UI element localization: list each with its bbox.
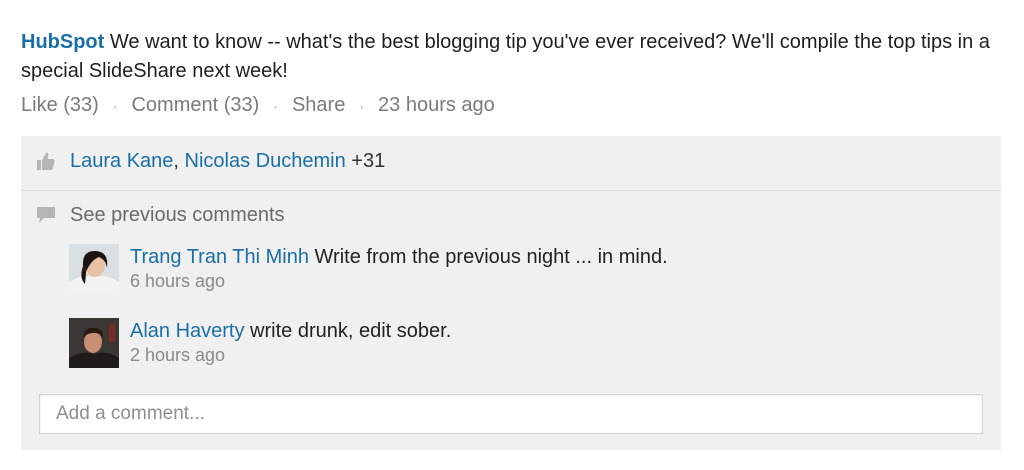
- comment-body: Alan Haverty write drunk, edit sober.: [130, 318, 451, 344]
- post-body: We want to know -- what's the best blogg…: [21, 31, 990, 82]
- post-author-link[interactable]: HubSpot: [21, 31, 104, 53]
- comment-text: write drunk, edit sober.: [244, 320, 452, 342]
- avatar[interactable]: [69, 244, 119, 294]
- avatar[interactable]: [69, 318, 119, 368]
- likers-list: Laura Kane, Nicolas Duchemin +31: [70, 150, 385, 173]
- comment-item: Trang Tran Thi Minh Write from the previ…: [69, 244, 969, 298]
- comment-item: Alan Haverty write drunk, edit sober. 2 …: [69, 318, 969, 372]
- add-comment-input[interactable]: [39, 394, 983, 434]
- share-link[interactable]: Share: [292, 94, 345, 117]
- comment-link[interactable]: Comment (33): [131, 94, 259, 117]
- liker-link[interactable]: Laura Kane: [70, 150, 173, 172]
- comment-author-link[interactable]: Alan Haverty: [130, 320, 245, 342]
- see-previous-comments[interactable]: See previous comments: [21, 191, 1001, 231]
- comment-timestamp: 6 hours ago: [130, 271, 226, 291]
- separator: ·: [359, 97, 365, 114]
- liker-link[interactable]: Nicolas Duchemin: [185, 150, 346, 172]
- likers-more-count[interactable]: +31: [346, 150, 385, 172]
- like-link[interactable]: Like (33): [21, 94, 99, 117]
- post-text: HubSpot We want to know -- what's the be…: [21, 28, 1011, 86]
- speech-bubble-icon: [35, 205, 57, 230]
- thumbs-up-icon: [35, 150, 57, 177]
- see-previous-comments-label[interactable]: See previous comments: [70, 204, 285, 227]
- likes-row: Laura Kane, Nicolas Duchemin +31: [21, 136, 1001, 191]
- post-actions: Like (33) · Comment (33) · Share · 23 ho…: [21, 94, 495, 117]
- separator: ·: [273, 97, 278, 114]
- comments-panel: Laura Kane, Nicolas Duchemin +31 See pre…: [21, 136, 1001, 450]
- comment-timestamp: 2 hours ago: [130, 345, 226, 365]
- comment-author-link[interactable]: Trang Tran Thi Minh: [130, 246, 309, 268]
- comment-body: Trang Tran Thi Minh Write from the previ…: [130, 244, 668, 270]
- liker-separator: ,: [173, 150, 179, 172]
- comment-text: Write from the previous night ... in min…: [308, 246, 668, 268]
- post-timestamp: 23 hours ago: [378, 94, 495, 116]
- separator: ·: [112, 97, 118, 114]
